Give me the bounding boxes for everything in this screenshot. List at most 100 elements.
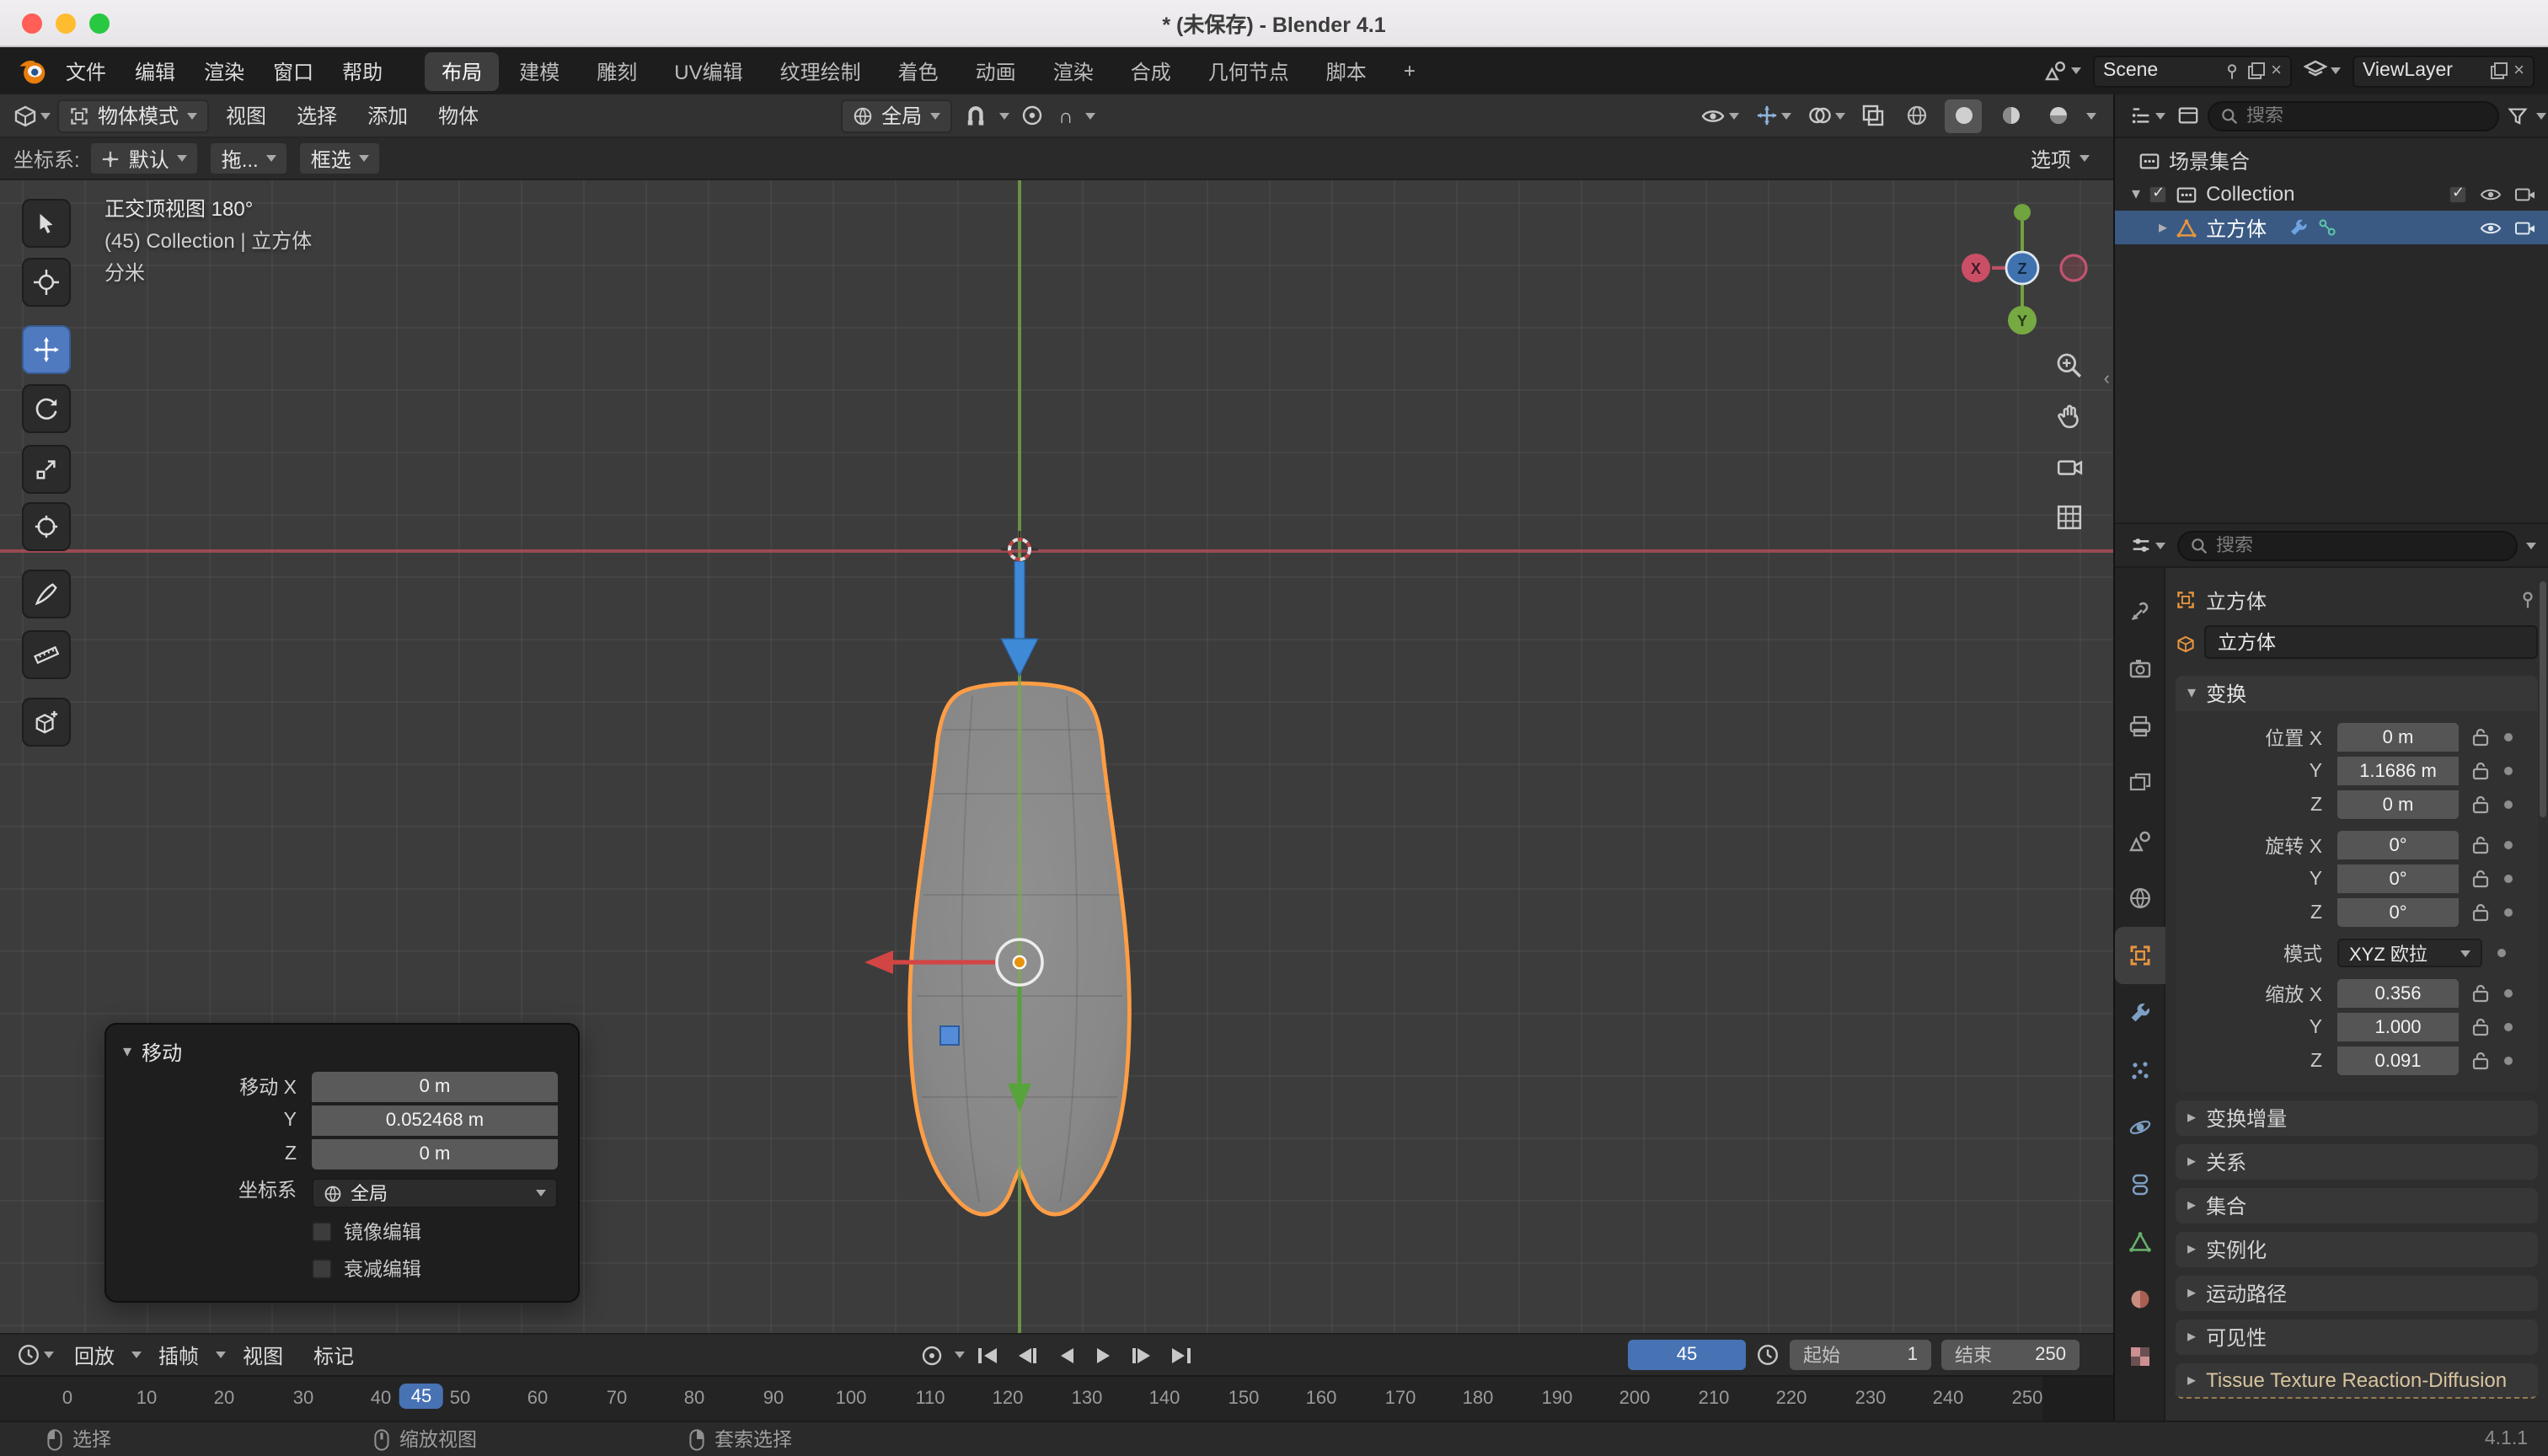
scale-z-field[interactable]: 0.091 (2337, 1046, 2459, 1075)
rotation-y-field[interactable]: 0° (2337, 864, 2459, 893)
rotation-z-field[interactable]: 0° (2337, 898, 2459, 927)
outliner-search-input[interactable] (2246, 105, 2486, 126)
location-z-field[interactable]: 0 m (2337, 790, 2459, 819)
filter-icon[interactable] (2508, 105, 2528, 126)
geometry-nodes-icon[interactable] (2317, 217, 2337, 238)
frame-end-field[interactable]: 结束 250 (1941, 1340, 2080, 1370)
snap-options-chevron[interactable] (999, 112, 1009, 119)
rotation-x-field[interactable]: 0° (2337, 831, 2459, 859)
play-reverse-button[interactable] (1049, 1341, 1081, 1369)
animate-decorator[interactable] (2504, 989, 2513, 998)
scene-name-field[interactable]: Scene × (2093, 55, 2292, 87)
viewport-canvas[interactable]: 正交顶视图 180° (45) Collection | 立方体 分米 (0, 180, 2113, 1333)
lock-icon[interactable] (2472, 1018, 2489, 1036)
eye-icon[interactable] (2479, 185, 2502, 203)
menu-keying[interactable]: 插帧 (145, 1336, 212, 1374)
tab-modifiers[interactable] (2114, 984, 2165, 1041)
overlays-dropdown[interactable] (1805, 103, 1849, 128)
editor-type-button[interactable] (10, 102, 54, 129)
animate-decorator[interactable] (2504, 1023, 2513, 1031)
timeline-editor-type-button[interactable] (13, 1341, 57, 1368)
jump-to-start-button[interactable] (972, 1341, 1004, 1369)
tab-view-layer[interactable] (2114, 755, 2165, 812)
auto-keying-clock-icon[interactable] (1756, 1343, 1780, 1367)
options-dropdown[interactable]: 选项 (2031, 144, 2100, 173)
location-x-field[interactable]: 0 m (2337, 723, 2459, 752)
rotation-mode-dropdown[interactable]: XYZ 欧拉 (2337, 939, 2482, 967)
close-window-button[interactable] (22, 13, 42, 33)
tab-particles[interactable] (2114, 1041, 2165, 1099)
falloff-editing-checkbox[interactable] (312, 1259, 332, 1279)
tab-physics[interactable] (2114, 1099, 2165, 1156)
falloff-curve-icon[interactable]: ∩ (1055, 102, 1076, 129)
select-mode-dropdown[interactable]: 框选 (299, 142, 382, 175)
workspace-tab-animation[interactable]: 动画 (959, 51, 1033, 90)
lock-icon[interactable] (2472, 1052, 2489, 1070)
lock-icon[interactable] (2472, 870, 2489, 888)
scale-y-field[interactable]: 1.000 (2337, 1013, 2459, 1041)
scene-browse-button[interactable] (2041, 57, 2085, 84)
outliner-editor-type-button[interactable] (2127, 103, 2169, 128)
close-icon[interactable]: × (2271, 62, 2282, 80)
menu-object[interactable]: 物体 (425, 96, 492, 135)
object-name-field[interactable]: 立方体 (2204, 625, 2538, 659)
viewlayer-name-field[interactable]: ViewLayer × (2353, 55, 2535, 87)
workspace-tab-layout[interactable]: 布局 (425, 51, 499, 90)
toggle-grid-icon[interactable] (2056, 504, 2083, 531)
menu-file[interactable]: 文件 (52, 51, 120, 90)
mode-dropdown[interactable]: 物体模式 (57, 99, 209, 132)
animate-decorator[interactable] (2504, 875, 2513, 883)
select-box-tool[interactable] (22, 199, 71, 248)
camera-view-icon[interactable] (2056, 453, 2083, 480)
tab-scene[interactable] (2114, 812, 2165, 870)
transform-panel-header[interactable]: ▾ 变换 (2176, 676, 2538, 711)
outliner-search[interactable] (2208, 100, 2499, 131)
workspace-tab-geometrynodes[interactable]: 几何节点 (1191, 51, 1306, 90)
pin-icon[interactable] (2222, 62, 2240, 80)
menu-marker[interactable]: 标记 (300, 1336, 367, 1374)
viewlayer-browse-button[interactable] (2300, 57, 2344, 84)
preview-range-button[interactable] (916, 1341, 948, 1369)
tab-texture[interactable] (2114, 1328, 2165, 1385)
copy-icon[interactable] (2247, 62, 2264, 79)
scale-x-field[interactable]: 0.356 (2337, 979, 2459, 1008)
snap-toggle-button[interactable] (961, 102, 991, 129)
tab-tool[interactable] (2114, 583, 2165, 640)
properties-search-input[interactable] (2216, 535, 2504, 555)
menu-window[interactable]: 窗口 (260, 51, 327, 90)
workspace-tab-scripting[interactable]: 脚本 (1309, 51, 1384, 90)
proportional-editing-button[interactable] (1018, 103, 1046, 128)
navigation-gizmo[interactable]: X Z Y (1958, 197, 2093, 339)
cursor-tool[interactable] (22, 258, 71, 307)
animate-decorator[interactable] (2504, 1057, 2513, 1065)
lock-icon[interactable] (2472, 903, 2489, 922)
orientation-dropdown-field[interactable]: 全局 (312, 1178, 558, 1208)
fullscreen-window-button[interactable] (89, 13, 110, 33)
prev-keyframe-button[interactable] (1010, 1341, 1042, 1369)
move-panel-header[interactable]: ▾ 移动 (123, 1035, 561, 1070)
mirror-editing-checkbox[interactable] (312, 1222, 332, 1242)
measure-tool[interactable] (22, 630, 71, 679)
workspace-tab-texturepaint[interactable]: 纹理绘制 (763, 51, 878, 90)
shading-material-button[interactable] (1992, 99, 2029, 132)
orientation-dropdown[interactable]: 全局 (841, 99, 952, 132)
scrollbar-thumb[interactable] (2540, 581, 2546, 817)
animate-decorator[interactable] (2504, 908, 2513, 917)
copy-icon[interactable] (2490, 62, 2507, 79)
playhead-badge[interactable]: 45 (399, 1384, 444, 1409)
add-workspace-button[interactable]: + (1387, 54, 1432, 88)
drag-dropdown[interactable]: 拖... (210, 142, 289, 175)
workspace-tab-sculpting[interactable]: 雕刻 (580, 51, 654, 90)
shading-wireframe-button[interactable] (1898, 99, 1935, 132)
region-collapse-arrow[interactable]: ‹ (2104, 369, 2110, 389)
tab-render[interactable] (2114, 640, 2165, 698)
menu-render[interactable]: 渲染 (190, 51, 258, 90)
disclosure-caret-icon[interactable]: ▾ (2132, 185, 2140, 203)
tweak-direction-arrow[interactable] (999, 561, 1040, 679)
minimize-window-button[interactable] (56, 13, 76, 33)
menu-view[interactable]: 视图 (212, 96, 280, 135)
workspace-tab-rendering[interactable]: 渲染 (1036, 51, 1111, 90)
move-y-field[interactable]: 0.052468 m (312, 1105, 558, 1135)
workspace-tab-modeling[interactable]: 建模 (502, 51, 576, 90)
move-gizmo[interactable] (843, 918, 1213, 1131)
